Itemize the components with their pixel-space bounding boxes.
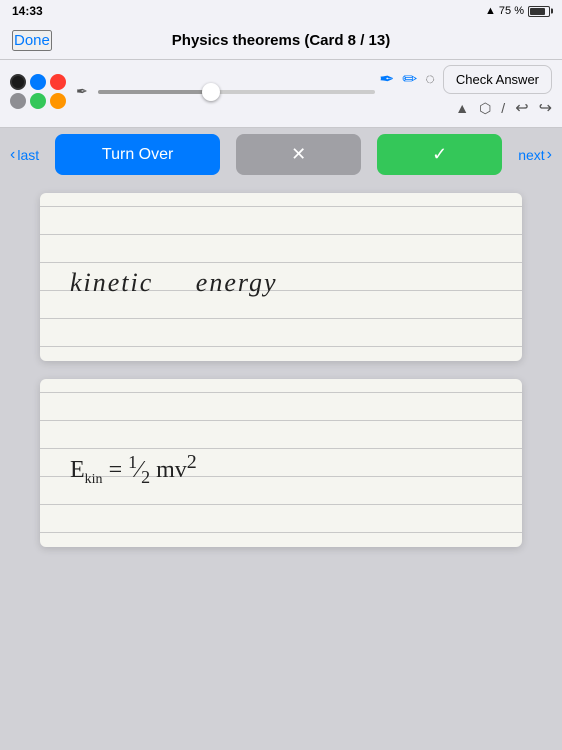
pencil-tool-icon[interactable]: ✏ — [402, 69, 417, 90]
card-front: kinetic energy — [40, 193, 522, 361]
turn-over-button[interactable]: Turn Over — [55, 134, 220, 175]
colors-stack — [10, 74, 66, 109]
card-back: Ekin = 1⁄2 mv2 — [40, 379, 522, 547]
next-label: next — [518, 147, 544, 163]
toolbar-top-row: ✒ ✒ ✏ ◌ Check Answer ▲ ⬡ / ↩ ↪ — [10, 65, 552, 118]
card-front-text: kinetic energy — [70, 268, 278, 298]
last-button[interactable]: ‹ last — [10, 146, 39, 164]
check-answer-button[interactable]: Check Answer — [443, 65, 552, 94]
brush-size-slider[interactable] — [98, 90, 375, 94]
card-back-content: Ekin = 1⁄2 mv2 — [40, 379, 522, 539]
action-buttons: Turn Over ✕ ✓ — [55, 134, 502, 175]
battery-icon — [528, 6, 550, 17]
chevron-left-icon: ‹ — [10, 146, 15, 164]
cross-button[interactable]: ✕ — [236, 134, 361, 175]
last-label: last — [17, 147, 39, 163]
check-icon: ✓ — [432, 144, 447, 164]
status-time: 14:33 — [12, 4, 43, 18]
nav-title: Physics theorems (Card 8 / 13) — [172, 32, 390, 49]
cards-area: kinetic energy Ekin = 1⁄2 mv2 — [0, 181, 562, 559]
color-green[interactable] — [30, 93, 46, 109]
nav-bar: Done Physics theorems (Card 8 / 13) — [0, 22, 562, 60]
next-button[interactable]: next › — [518, 146, 552, 164]
color-red[interactable] — [50, 74, 66, 90]
card-front-content: kinetic energy — [40, 193, 522, 353]
status-bar: 14:33 ▲ 75 % — [0, 0, 562, 22]
tool-row1: ✒ ✏ ◌ Check Answer — [379, 65, 552, 94]
undo-button[interactable]: ↩ — [515, 98, 528, 118]
chevron-right-icon: › — [547, 146, 552, 164]
color-row2 — [10, 93, 66, 109]
check-button[interactable]: ✓ — [377, 134, 502, 175]
color-blue[interactable] — [30, 74, 46, 90]
cross-icon: ✕ — [291, 144, 306, 164]
signal-icon: ▲ 75 % — [485, 5, 524, 17]
cursor-tool-icon[interactable]: ▲ — [455, 100, 469, 116]
tool-section-right: ✒ ✏ ◌ Check Answer ▲ ⬡ / ↩ ↪ — [379, 65, 552, 118]
color-gray[interactable] — [10, 93, 26, 109]
tool-row2: ▲ ⬡ / ↩ ↪ — [455, 98, 552, 118]
selection-tool-icon[interactable]: ⬡ — [479, 100, 491, 117]
pen-size-icon: ✒ — [76, 83, 88, 100]
color-and-slider: ✒ — [10, 74, 379, 109]
lasso-tool-icon[interactable]: ◌ — [425, 71, 435, 89]
color-orange[interactable] — [50, 93, 66, 109]
color-row1 — [10, 74, 66, 90]
toolbar-section: ✒ ✒ ✏ ◌ Check Answer ▲ ⬡ / ↩ ↪ — [0, 60, 562, 128]
done-button[interactable]: Done — [12, 30, 52, 51]
nav-action-bar: ‹ last Turn Over ✕ ✓ next › — [0, 128, 562, 181]
card-back-formula: Ekin = 1⁄2 mv2 — [70, 451, 197, 488]
color-black[interactable] — [10, 74, 26, 90]
status-right: ▲ 75 % — [485, 5, 550, 17]
eraser-tool-icon[interactable]: / — [501, 100, 505, 116]
pen-tool-icon[interactable]: ✒ — [379, 69, 394, 90]
redo-button[interactable]: ↪ — [539, 98, 552, 118]
